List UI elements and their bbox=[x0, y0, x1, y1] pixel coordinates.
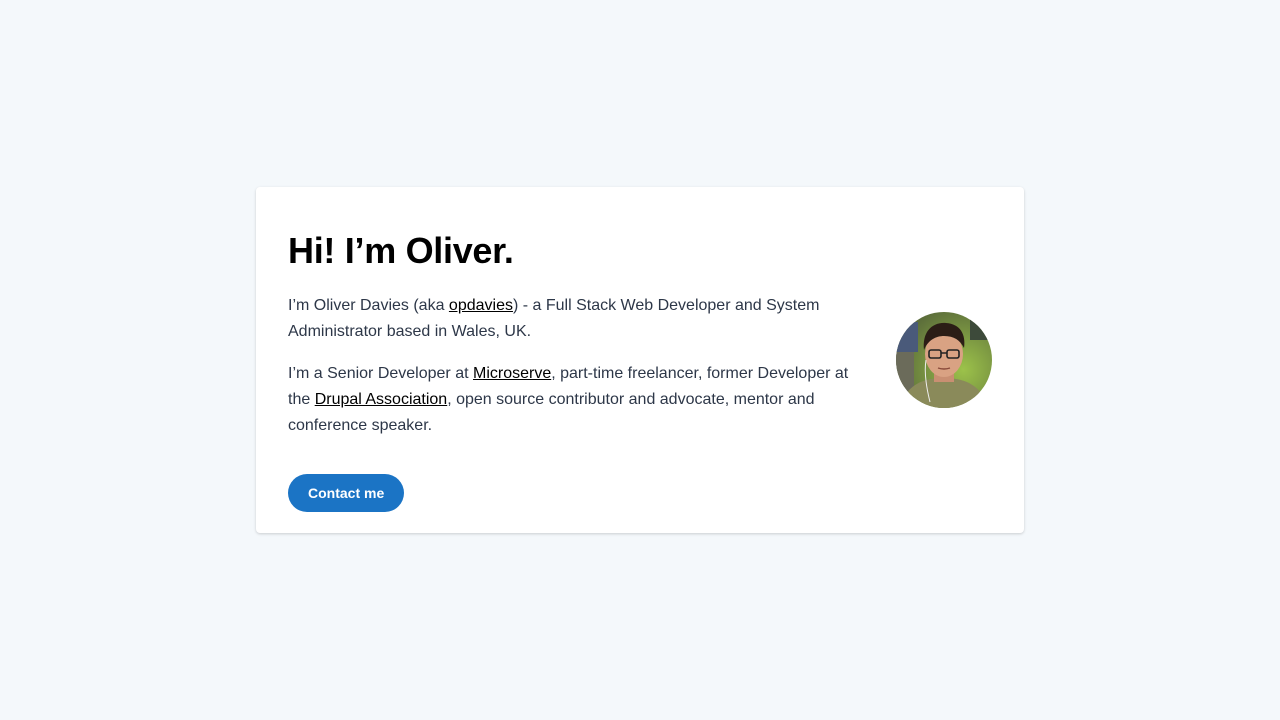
bio-paragraph: I’m a Senior Developer at Microserve, pa… bbox=[288, 361, 864, 439]
intro-paragraph: I’m Oliver Davies (aka opdavies) - a Ful… bbox=[288, 293, 864, 345]
intro-card-content: Hi! I’m Oliver. I’m Oliver Davies (aka o… bbox=[288, 219, 992, 512]
drupal-association-link[interactable]: Drupal Association bbox=[315, 391, 448, 408]
avatar-photo-icon bbox=[896, 311, 992, 408]
bio-text-part1: I’m a Senior Developer at bbox=[288, 365, 473, 382]
page-title: Hi! I’m Oliver. bbox=[288, 230, 514, 271]
avatar bbox=[896, 311, 992, 408]
intro-text-column: Hi! I’m Oliver. I’m Oliver Davies (aka o… bbox=[288, 219, 864, 512]
intro-text-before: I’m Oliver Davies (aka bbox=[288, 297, 449, 314]
opdavies-link[interactable]: opdavies bbox=[449, 297, 513, 314]
microserve-link[interactable]: Microserve bbox=[473, 365, 551, 382]
contact-me-button[interactable]: Contact me bbox=[288, 474, 405, 512]
intro-card: Hi! I’m Oliver. I’m Oliver Davies (aka o… bbox=[256, 187, 1024, 533]
